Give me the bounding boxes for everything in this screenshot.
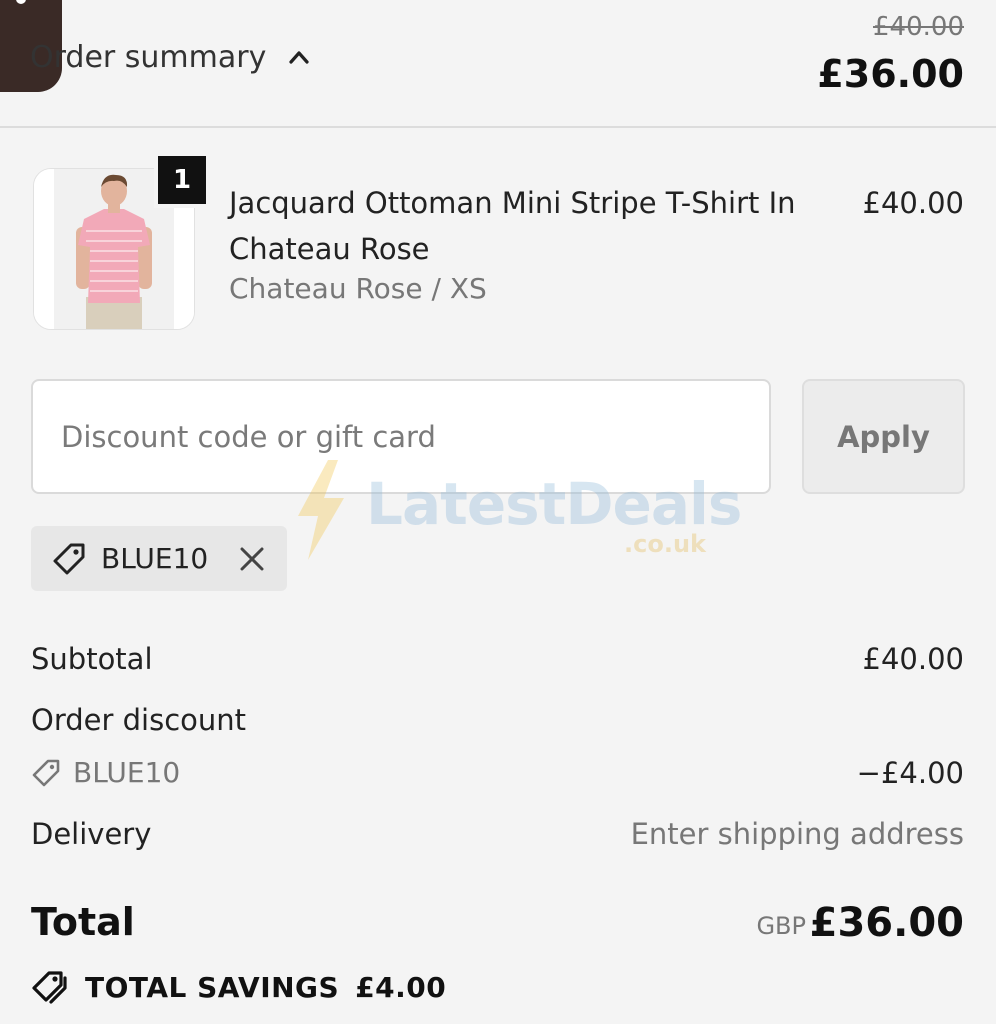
savings-label: TOTAL SAVINGS	[85, 970, 340, 1004]
order-summary-toggle[interactable]: Order summary	[30, 34, 310, 80]
tag-icon	[32, 759, 60, 786]
product-price: £40.00	[862, 186, 964, 220]
watermark-brand: LatestDeals	[366, 470, 742, 538]
currency-code: GBP	[756, 912, 806, 940]
watermark-domain: .co.uk	[624, 530, 706, 558]
applied-discount-chip: BLUE10	[31, 526, 287, 591]
order-discount-label: Order discount	[31, 703, 247, 737]
header-total: £36.00	[817, 52, 964, 96]
total-value: £36.00	[809, 900, 964, 946]
product-variant: Chateau Rose / XS	[229, 272, 487, 305]
delivery-value: Enter shipping address	[630, 817, 964, 851]
product-name: Jacquard Ottoman Mini Stripe T-Shirt In …	[229, 186, 796, 266]
lightning-bolt-icon	[298, 460, 344, 560]
total-savings: TOTAL SAVINGS £4.00	[31, 968, 446, 1006]
chevron-up-icon	[289, 51, 309, 64]
apply-button[interactable]: Apply	[802, 379, 965, 494]
close-icon[interactable]	[239, 546, 265, 572]
quantity-badge: 1	[154, 152, 210, 208]
subtotal-label: Subtotal	[31, 642, 153, 676]
discount-value: −£4.00	[856, 756, 964, 790]
order-summary-label: Order summary	[30, 39, 267, 75]
applied-code-label: BLUE10	[101, 542, 209, 575]
delivery-label: Delivery	[31, 817, 152, 851]
tags-icon	[32, 971, 67, 1004]
tag-icon	[53, 543, 85, 574]
subtotal-value: £40.00	[862, 642, 964, 676]
original-total: £40.00	[873, 12, 964, 42]
discount-code-row: BLUE10	[31, 756, 180, 789]
total-label: Total	[31, 900, 135, 944]
discount-code-label: BLUE10	[73, 756, 181, 789]
savings-value: £4.00	[355, 970, 447, 1004]
